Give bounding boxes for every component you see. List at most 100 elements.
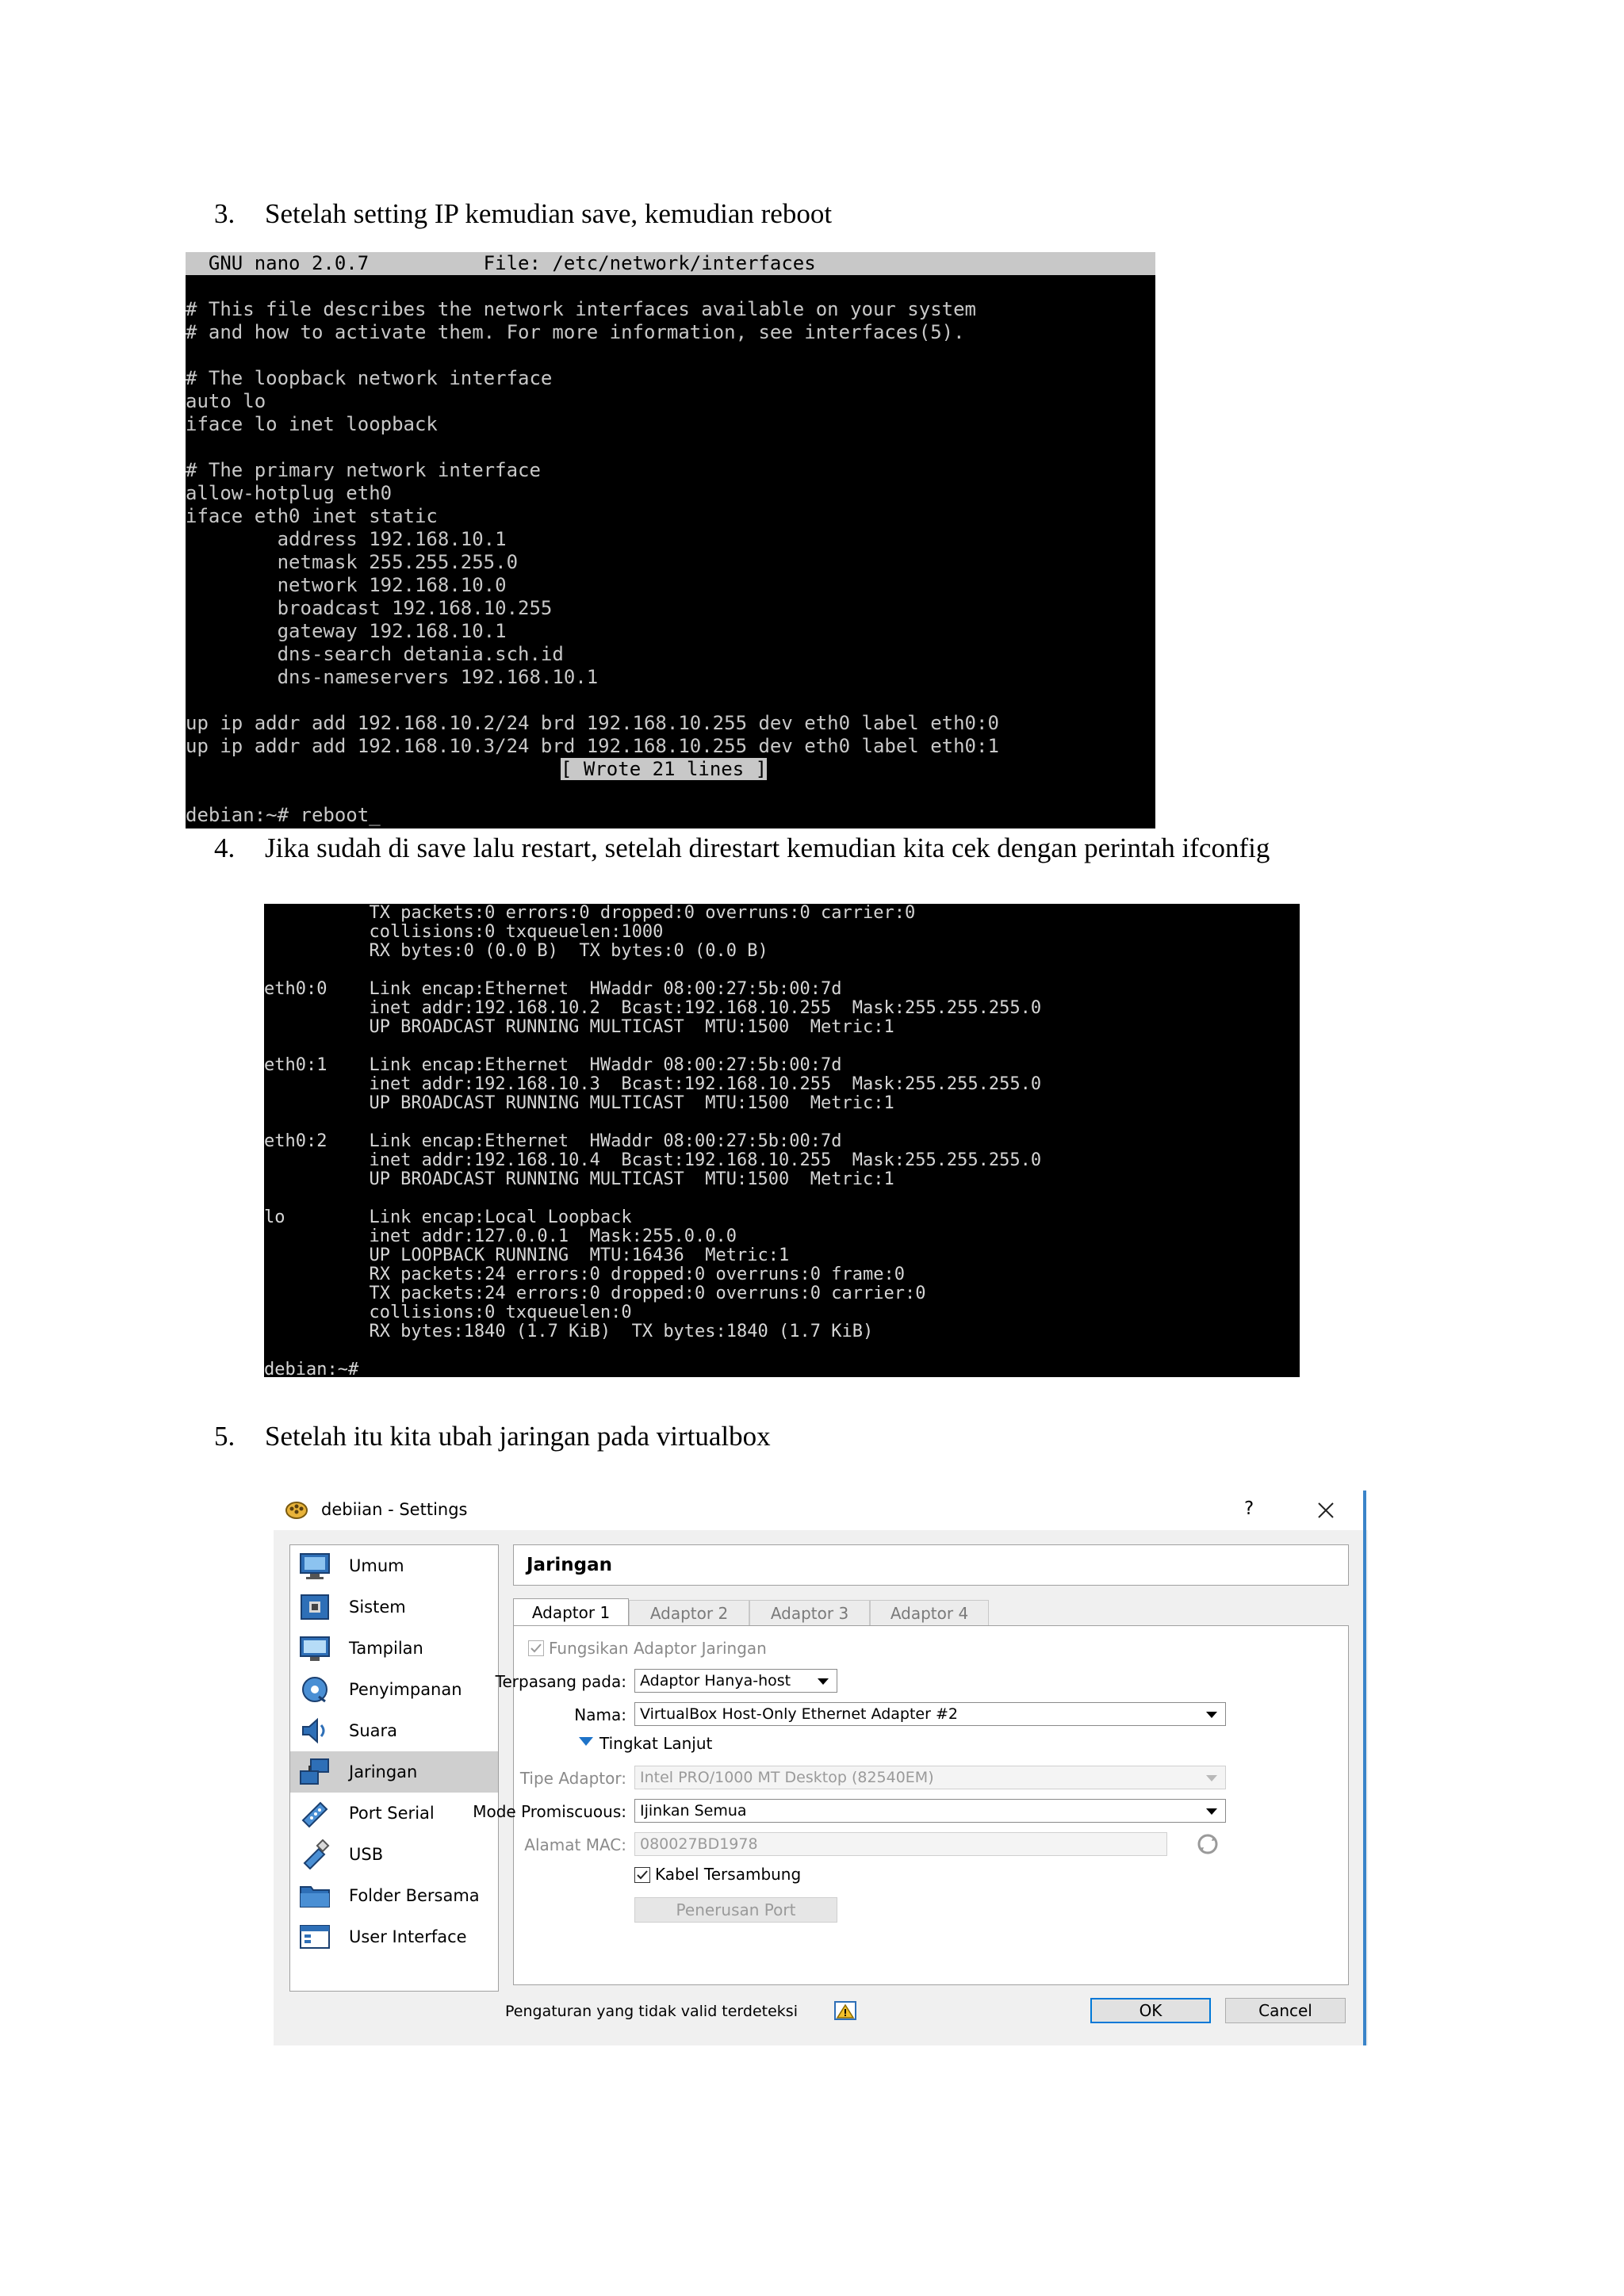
terminal-line: eth0:1 Link encap:Ethernet HWaddr 08:00:… bbox=[264, 1055, 842, 1075]
terminal-line: UP BROADCAST RUNNING MULTICAST MTU:1500 … bbox=[264, 1017, 894, 1037]
shell-prompt: debian:~# reboot_ bbox=[186, 804, 381, 826]
ifconfig-terminal-screenshot: TX packets:0 errors:0 dropped:0 overruns… bbox=[264, 904, 1300, 1377]
sidebar-item-tampilan[interactable]: Tampilan bbox=[290, 1628, 498, 1669]
ifconfig-output: TX packets:0 errors:0 dropped:0 overruns… bbox=[264, 904, 1300, 1377]
sidebar-item-user-interface[interactable]: User Interface bbox=[290, 1916, 498, 1957]
terminal-line: address 192.168.10.1 bbox=[186, 528, 507, 550]
terminal-line: up ip addr add 192.168.10.3/24 brd 192.1… bbox=[186, 735, 999, 757]
terminal-line: lo Link encap:Local Loopback bbox=[264, 1207, 632, 1227]
name-select[interactable]: VirtualBox Host-Only Ethernet Adapter #2 bbox=[634, 1702, 1226, 1726]
sidebar-item-label: USB bbox=[349, 1845, 384, 1864]
terminal-line: broadcast 192.168.10.255 bbox=[186, 597, 553, 619]
port-forwarding-button[interactable]: Penerusan Port bbox=[634, 1897, 837, 1923]
sidebar-item-label: Tampilan bbox=[349, 1639, 423, 1658]
terminal-line: collisions:0 txqueuelen:0 bbox=[264, 1303, 632, 1322]
terminal-line: auto lo bbox=[186, 390, 266, 412]
step-number: 5. bbox=[214, 1421, 236, 1452]
step-text: Setelah setting IP kemudian save, kemudi… bbox=[265, 198, 833, 229]
terminal-line: UP BROADCAST RUNNING MULTICAST MTU:1500 … bbox=[264, 1093, 894, 1113]
name-label: Nama: bbox=[574, 1705, 626, 1724]
name-value: VirtualBox Host-Only Ethernet Adapter #2 bbox=[640, 1705, 958, 1723]
terminal-line: dns-nameservers 192.168.10.1 bbox=[186, 666, 599, 688]
general-icon bbox=[298, 1551, 331, 1581]
sidebar-item-umum[interactable]: Umum bbox=[290, 1545, 498, 1586]
enable-adapter-checkbox[interactable] bbox=[528, 1640, 544, 1656]
cancel-button[interactable]: Cancel bbox=[1225, 1998, 1346, 2023]
terminal-line: netmask 255.255.255.0 bbox=[186, 551, 519, 573]
nano-terminal-screenshot: GNU nano 2.0.7 File: /etc/network/interf… bbox=[186, 252, 1155, 828]
promiscuous-label: Mode Promiscuous: bbox=[473, 1802, 626, 1821]
tab-adaptor-1[interactable]: Adaptor 1 bbox=[513, 1598, 629, 1626]
window-border bbox=[1363, 1490, 1366, 2045]
sidebar-item-folder-bersama[interactable]: Folder Bersama bbox=[290, 1875, 498, 1916]
storage-icon bbox=[298, 1674, 331, 1705]
adapter-type-label: Tipe Adaptor: bbox=[519, 1769, 626, 1788]
invalid-settings-text: Pengaturan yang tidak valid terdeteksi bbox=[505, 2003, 798, 2020]
terminal-line: inet addr:127.0.0.1 Mask:255.0.0.0 bbox=[264, 1226, 737, 1246]
settings-sidebar: Umum Sistem Tampilan Penyimpanan Suara J… bbox=[289, 1544, 499, 1992]
advanced-toggle[interactable]: Tingkat Lanjut bbox=[599, 1734, 712, 1753]
step-text: Jika sudah di save lalu restart, setelah… bbox=[265, 832, 1270, 863]
attached-to-value: Adaptor Hanya-host bbox=[640, 1672, 791, 1689]
system-icon bbox=[298, 1592, 331, 1622]
sidebar-item-label: Sistem bbox=[349, 1598, 406, 1617]
adapter-type-value: Intel PRO/1000 MT Desktop (82540EM) bbox=[640, 1769, 934, 1786]
ok-button[interactable]: OK bbox=[1090, 1998, 1211, 2023]
tab-adaptor-4[interactable]: Adaptor 4 bbox=[870, 1600, 989, 1626]
user-interface-icon bbox=[298, 1922, 331, 1952]
sidebar-item-sistem[interactable]: Sistem bbox=[290, 1586, 498, 1628]
terminal-line: collisions:0 txqueuelen:1000 bbox=[264, 922, 664, 942]
terminal-line: RX bytes:0 (0.0 B) TX bytes:0 (0.0 B) bbox=[264, 941, 768, 961]
nano-file-content: # This file describes the network interf… bbox=[186, 275, 1155, 758]
sidebar-item-label: Suara bbox=[349, 1721, 398, 1740]
mac-address-input[interactable]: 080027BD1978 bbox=[634, 1832, 1167, 1856]
expand-triangle-icon[interactable] bbox=[579, 1737, 593, 1746]
terminal-line: inet addr:192.168.10.2 Bcast:192.168.10.… bbox=[264, 998, 1042, 1018]
sidebar-item-label: Folder Bersama bbox=[349, 1886, 480, 1905]
terminal-line: dns-search detania.sch.id bbox=[186, 643, 564, 665]
nano-status-row: [ Wrote 21 lines ] bbox=[186, 758, 1155, 781]
terminal-line: allow-hotplug eth0 bbox=[186, 482, 393, 504]
terminal-line: # The loopback network interface bbox=[186, 367, 553, 389]
sidebar-item-label: User Interface bbox=[349, 1927, 467, 1946]
sidebar-item-label: Jaringan bbox=[349, 1762, 418, 1781]
step-3: 3. Setelah setting IP kemudian save, kemu… bbox=[214, 197, 832, 232]
terminal-line: RX bytes:1840 (1.7 KiB) TX bytes:1840 (1… bbox=[264, 1322, 874, 1341]
terminal-line: iface lo inet loopback bbox=[186, 413, 438, 435]
display-icon bbox=[298, 1633, 331, 1663]
shared-folder-icon bbox=[298, 1881, 331, 1911]
warning-icon[interactable] bbox=[833, 1999, 857, 2022]
adapter-type-select[interactable]: Intel PRO/1000 MT Desktop (82540EM) bbox=[634, 1766, 1226, 1789]
terminal-line: RX packets:24 errors:0 dropped:0 overrun… bbox=[264, 1265, 905, 1284]
attached-to-select[interactable]: Adaptor Hanya-host bbox=[634, 1669, 837, 1693]
step-5: 5. Setelah itu kita ubah jaringan pada vi… bbox=[214, 1419, 771, 1454]
dialog-title: debiian - Settings bbox=[321, 1500, 468, 1519]
nano-header: GNU nano 2.0.7 File: /etc/network/interf… bbox=[186, 252, 1155, 275]
terminal-line: inet addr:192.168.10.4 Bcast:192.168.10.… bbox=[264, 1150, 1042, 1170]
close-icon[interactable] bbox=[1316, 1500, 1336, 1521]
chevron-down-icon bbox=[1206, 1775, 1217, 1781]
promiscuous-value: Ijinkan Semua bbox=[640, 1802, 747, 1820]
tab-adaptor-3[interactable]: Adaptor 3 bbox=[749, 1600, 870, 1626]
step-number: 3. bbox=[214, 198, 236, 229]
help-button[interactable]: ? bbox=[1244, 1498, 1254, 1519]
terminal-line: # The primary network interface bbox=[186, 459, 541, 481]
step-number: 4. bbox=[214, 832, 236, 863]
tab-adaptor-2[interactable]: Adaptor 2 bbox=[629, 1600, 749, 1626]
terminal-line: UP BROADCAST RUNNING MULTICAST MTU:1500 … bbox=[264, 1169, 894, 1189]
enable-adapter-label: Fungsikan Adaptor Jaringan bbox=[549, 1639, 767, 1658]
attached-to-label: Terpasang pada: bbox=[495, 1672, 626, 1691]
refresh-mac-icon[interactable] bbox=[1196, 1832, 1220, 1856]
mac-address-label: Alamat MAC: bbox=[524, 1835, 626, 1854]
sidebar-item-label: Umum bbox=[349, 1556, 404, 1575]
usb-icon bbox=[298, 1839, 331, 1870]
cable-connected-checkbox[interactable] bbox=[634, 1867, 650, 1883]
terminal-line: eth0:0 Link encap:Ethernet HWaddr 08:00:… bbox=[264, 979, 842, 999]
promiscuous-select[interactable]: Ijinkan Semua bbox=[634, 1799, 1226, 1823]
